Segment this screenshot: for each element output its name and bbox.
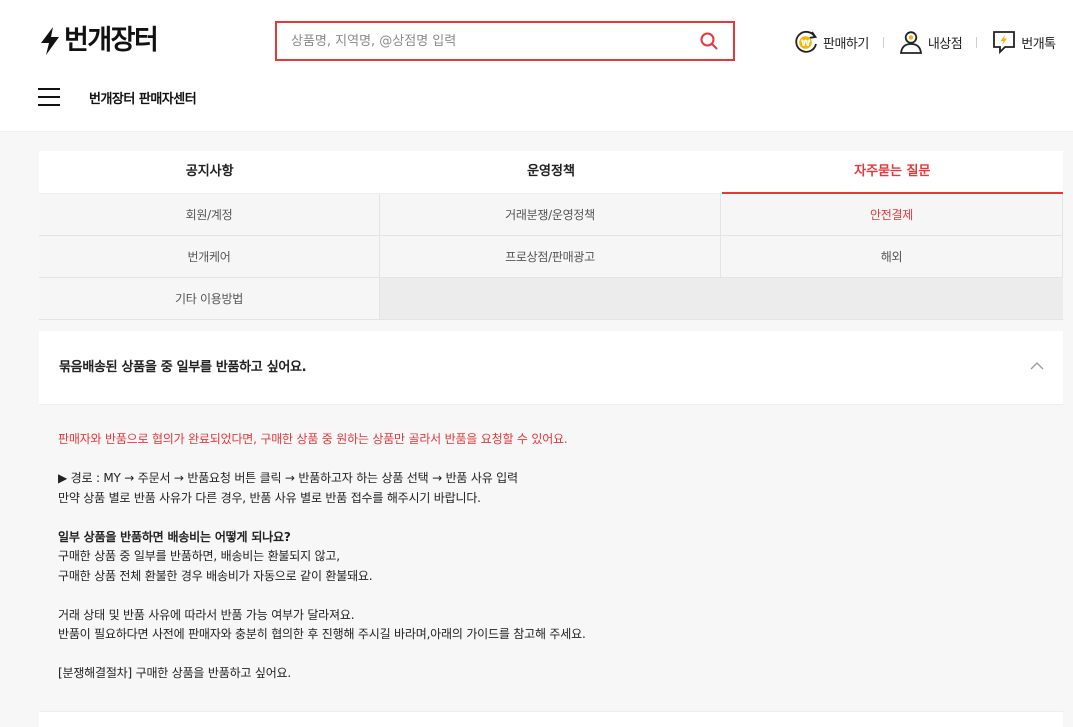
header: 번개장터 ₩ 판매하기 내상점 — [0, 0, 1073, 132]
category-account[interactable]: 회원/계정 — [39, 194, 380, 236]
category-grid: 회원/계정 거래분쟁/운영정책 안전결제 번개케어 프로상점/판매광고 해외 기… — [39, 194, 1063, 320]
my-shop-label: 내상점 — [927, 36, 963, 52]
top-menu: ₩ 판매하기 내상점 번개톡 — [793, 28, 1056, 56]
faq-question: 묶음배송된 상품을 중 일부를 반품하고 싶어요. — [59, 360, 307, 375]
answer-route: ▶ 경로 : MY → 주문서 → 반품요청 버튼 클릭 → 반품하고자 하는 … — [58, 471, 518, 485]
hamburger-menu-icon[interactable] — [38, 88, 60, 106]
faq-question-row[interactable]: 묶음배송된 상품을 중 일부를 반품하고 싶어요. — [39, 331, 1063, 405]
tab-faq[interactable]: 자주묻는 질문 — [721, 151, 1063, 194]
category-pro-shop-ads[interactable]: 프로상점/판매광고 — [380, 236, 721, 278]
answer-shipping-title: 일부 상품을 반품하면 배송비는 어떻게 되나요? — [58, 529, 291, 544]
answer-route-note: 만약 상품 별로 반품 사유가 다른 경우, 반품 사유 별로 반품 접수를 해… — [58, 490, 481, 505]
answer-highlight: 판매자와 반품으로 협의가 완료되었다면, 구매한 상품 중 원하는 상품만 골… — [58, 432, 568, 446]
category-dispute-policy[interactable]: 거래분쟁/운영정책 — [380, 194, 721, 236]
answer-note-line: 거래 상태 및 반품 사유에 따라서 반품 가능 여부가 달라져요. — [58, 607, 355, 622]
sell-won-icon: ₩ — [795, 30, 818, 53]
faq-next-row[interactable] — [39, 711, 1063, 727]
dispute-guide-link[interactable]: [분쟁해결절차] 구매한 상품을 반품하고 싶어요. — [58, 664, 1044, 684]
main-tabs: 공지사항 운영정책 자주묻는 질문 — [39, 151, 1063, 194]
search-input[interactable] — [291, 23, 691, 59]
my-shop-button[interactable]: 내상점 — [898, 29, 963, 55]
tab-notice[interactable]: 공지사항 — [39, 151, 381, 194]
category-empty-cell — [380, 278, 721, 320]
tab-policy[interactable]: 운영정책 — [380, 151, 722, 194]
menu-divider — [882, 36, 884, 48]
svg-text:₩: ₩ — [801, 39, 811, 49]
chat-bolt-icon — [993, 31, 1016, 55]
answer-shipping-line: 구매한 상품 전체 환불한 경우 배송비가 자동으로 같이 환불돼요. — [58, 568, 373, 583]
search-icon[interactable] — [699, 31, 719, 51]
chevron-up-icon[interactable] — [1030, 361, 1044, 370]
person-icon — [899, 31, 922, 54]
category-safe-payment[interactable]: 안전결제 — [721, 194, 1063, 236]
category-bunjang-care[interactable]: 번개케어 — [39, 236, 380, 278]
category-empty-cell — [721, 278, 1063, 320]
logo-text: 번개장터 — [64, 25, 159, 56]
answer-note-line: 반품이 필요하다면 사전에 판매자와 충분히 협의한 후 진행해 주시길 바라며… — [58, 627, 586, 641]
talk-label: 번개톡 — [1021, 36, 1056, 52]
faq-answer: 판매자와 반품으로 협의가 완료되었다면, 구매한 상품 중 원하는 상품만 골… — [39, 406, 1063, 711]
answer-shipping-line: 구매한 상품 중 일부를 반품하면, 배송비는 환불되지 않고, — [58, 549, 340, 563]
sell-label: 판매하기 — [823, 36, 869, 52]
lightning-logo-icon — [41, 27, 59, 55]
sell-button[interactable]: ₩ 판매하기 — [793, 29, 869, 55]
seller-center-title[interactable]: 번개장터 판매자센터 — [89, 88, 197, 107]
subnav: 번개장터 판매자센터 — [38, 84, 197, 110]
search-bar — [275, 21, 735, 61]
category-overseas[interactable]: 해외 — [721, 236, 1063, 278]
logo[interactable]: 번개장터 — [38, 24, 159, 58]
menu-divider — [976, 36, 978, 48]
talk-button[interactable]: 번개톡 — [991, 29, 1056, 55]
category-other-usage[interactable]: 기타 이용방법 — [39, 278, 380, 320]
